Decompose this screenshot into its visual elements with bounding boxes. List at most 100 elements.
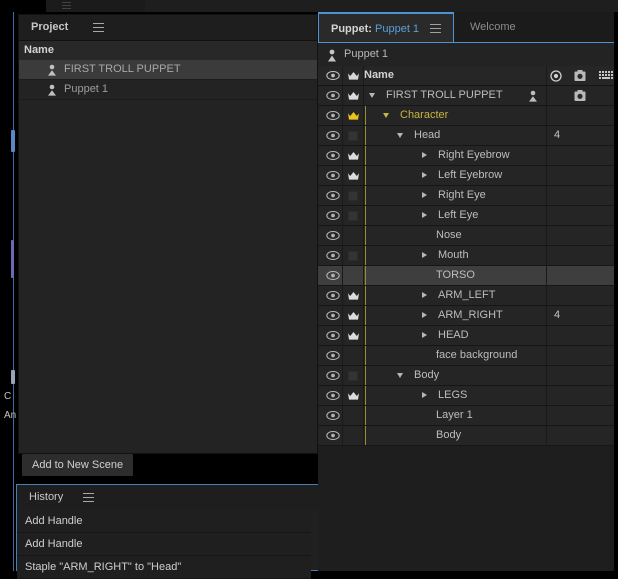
- puppet-icon: [528, 90, 538, 105]
- table-row[interactable]: HEAD: [318, 326, 614, 346]
- chevron-right-icon[interactable]: [422, 152, 427, 158]
- chevron-right-icon[interactable]: [422, 192, 427, 198]
- table-row[interactable]: Body: [318, 366, 614, 386]
- column-divider: [363, 386, 364, 405]
- eye-icon[interactable]: [326, 291, 340, 300]
- chevron-right-icon[interactable]: [422, 392, 427, 398]
- layer-tag-swatch[interactable]: [348, 131, 358, 141]
- crown-icon[interactable]: [347, 151, 360, 161]
- layer-tag-swatch[interactable]: [348, 211, 358, 221]
- column-divider: [363, 406, 364, 425]
- column-divider: [342, 346, 343, 365]
- tab-project[interactable]: Project: [31, 15, 68, 40]
- crown-icon[interactable]: [347, 111, 360, 121]
- eye-icon[interactable]: [326, 231, 340, 240]
- table-row[interactable]: ARM_RIGHT 4: [318, 306, 614, 326]
- table-row[interactable]: Body: [318, 426, 614, 446]
- table-row[interactable]: ARM_LEFT: [318, 286, 614, 306]
- eye-icon[interactable]: [326, 431, 340, 440]
- chevron-down-icon[interactable]: [383, 113, 389, 118]
- crown-icon[interactable]: [347, 171, 360, 181]
- add-to-new-scene-button[interactable]: Add to New Scene: [22, 454, 134, 476]
- layer-tag-swatch[interactable]: [348, 371, 358, 381]
- table-row[interactable]: Nose: [318, 226, 614, 246]
- eye-icon[interactable]: [326, 171, 340, 180]
- tab-history[interactable]: History: [29, 485, 63, 510]
- chevron-down-icon[interactable]: [369, 93, 375, 98]
- crown-icon[interactable]: [347, 291, 360, 301]
- list-item[interactable]: Add Handle: [17, 510, 311, 533]
- crown-icon[interactable]: [347, 311, 360, 321]
- eye-icon[interactable]: [326, 71, 340, 80]
- chevron-right-icon[interactable]: [422, 212, 427, 218]
- list-item[interactable]: Staple "ARM_RIGHT" to "Head": [17, 556, 311, 579]
- eye-icon[interactable]: [326, 191, 340, 200]
- column-divider: [363, 266, 364, 285]
- tab-welcome[interactable]: Welcome: [458, 12, 528, 42]
- column-divider: [342, 66, 343, 85]
- application-menu-icon[interactable]: [62, 2, 71, 10]
- eye-icon[interactable]: [326, 411, 340, 420]
- eye-icon[interactable]: [326, 131, 340, 140]
- eye-icon[interactable]: [326, 331, 340, 340]
- group-guide-line: [365, 366, 366, 385]
- crown-icon[interactable]: [347, 71, 360, 81]
- crown-icon[interactable]: [347, 91, 360, 101]
- eye-icon[interactable]: [326, 311, 340, 320]
- eye-icon[interactable]: [326, 111, 340, 120]
- eye-icon[interactable]: [326, 151, 340, 160]
- camera-trigger-icon[interactable]: [574, 90, 586, 105]
- table-row[interactable]: Left Eye: [318, 206, 614, 226]
- table-row[interactable]: Character: [318, 106, 614, 126]
- chevron-down-icon[interactable]: [397, 373, 403, 378]
- eye-icon[interactable]: [326, 211, 340, 220]
- table-row[interactable]: Head 4: [318, 126, 614, 146]
- gutter-tab-marker-1[interactable]: [11, 130, 15, 152]
- record-target-icon[interactable]: [550, 70, 562, 85]
- chevron-right-icon[interactable]: [422, 292, 427, 298]
- chevron-right-icon[interactable]: [422, 312, 427, 318]
- layer-tag-swatch[interactable]: [348, 191, 358, 201]
- table-row[interactable]: Layer 1: [318, 406, 614, 426]
- table-row-label: Left Eyebrow: [438, 169, 503, 181]
- table-row[interactable]: LEGS: [318, 386, 614, 406]
- history-panel: History Add Handle Add Handle Staple "AR…: [16, 484, 320, 579]
- history-panel-menu-icon[interactable]: [83, 493, 94, 502]
- chevron-right-icon[interactable]: [422, 252, 427, 258]
- chevron-right-icon[interactable]: [422, 332, 427, 338]
- table-row[interactable]: FIRST TROLL PUPPET: [318, 86, 614, 106]
- table-row[interactable]: Right Eyebrow: [318, 146, 614, 166]
- layer-tag-swatch[interactable]: [348, 251, 358, 261]
- eye-icon[interactable]: [326, 391, 340, 400]
- group-guide-line: [365, 346, 366, 365]
- puppet-panel-menu-icon[interactable]: [430, 23, 442, 33]
- eye-icon[interactable]: [326, 251, 340, 260]
- camera-trigger-icon[interactable]: [574, 70, 586, 85]
- table-row[interactable]: Left Eyebrow: [318, 166, 614, 186]
- project-panel-menu-icon[interactable]: [93, 23, 104, 32]
- list-item[interactable]: FIRST TROLL PUPPET: [19, 60, 317, 80]
- keyboard-grid-icon[interactable]: [599, 71, 613, 83]
- column-divider: [342, 386, 343, 405]
- chevron-right-icon[interactable]: [422, 172, 427, 178]
- tab-puppet[interactable]: Puppet: Puppet 1: [318, 12, 455, 42]
- table-row[interactable]: TORSO: [318, 266, 614, 286]
- chevron-down-icon[interactable]: [397, 133, 403, 138]
- list-item[interactable]: Add Handle: [17, 533, 311, 556]
- eye-icon[interactable]: [326, 271, 340, 280]
- eye-icon[interactable]: [326, 371, 340, 380]
- column-divider: [342, 246, 343, 265]
- table-row[interactable]: Mouth: [318, 246, 614, 266]
- table-row[interactable]: Right Eye: [318, 186, 614, 206]
- eye-icon[interactable]: [326, 91, 340, 100]
- group-guide-line: [365, 106, 366, 125]
- table-row-label: Body: [436, 429, 462, 441]
- crown-icon[interactable]: [347, 331, 360, 341]
- tree-column-header: Name: [318, 66, 614, 86]
- gutter-tab-marker-3[interactable]: [11, 370, 15, 384]
- table-row[interactable]: face background: [318, 346, 614, 366]
- gutter-tab-marker-2[interactable]: [11, 240, 14, 278]
- crown-icon[interactable]: [347, 391, 360, 401]
- list-item[interactable]: Puppet 1: [19, 80, 317, 100]
- eye-icon[interactable]: [326, 351, 340, 360]
